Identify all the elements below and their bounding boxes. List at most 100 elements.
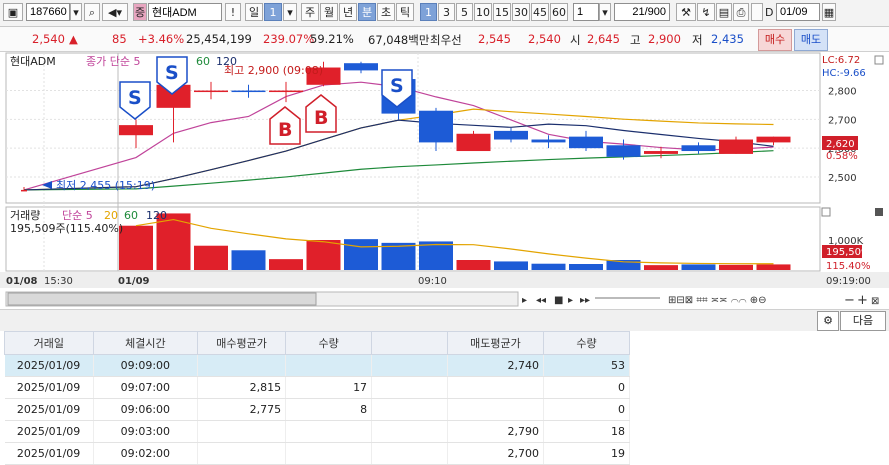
cell-buy-avg: 2,775 bbox=[197, 398, 287, 421]
low-label: 저 bbox=[692, 33, 703, 47]
change-percent: +3.46% bbox=[138, 32, 185, 46]
date-input[interactable] bbox=[776, 3, 820, 21]
minute-30-button[interactable]: 30 bbox=[512, 3, 530, 21]
best-bid-value: 2,540 bbox=[528, 32, 561, 46]
candle-body bbox=[194, 90, 228, 93]
fit-icon[interactable]: ⊠ bbox=[871, 296, 879, 307]
signal-letter: S bbox=[165, 62, 179, 84]
buy-button[interactable]: 매수 bbox=[758, 29, 792, 51]
rewind-icon[interactable]: ◂◂ bbox=[536, 295, 546, 306]
cell-blank bbox=[371, 354, 448, 377]
price-panel-menu-icon[interactable] bbox=[874, 55, 884, 65]
minute-1-button[interactable]: 1 bbox=[420, 3, 437, 21]
cell-time: 09:07:00 bbox=[93, 376, 198, 399]
period-tick-button[interactable]: 틱 bbox=[396, 3, 414, 21]
stock-code-input[interactable] bbox=[26, 3, 70, 21]
current-price-tag-text: 2,620 bbox=[826, 139, 855, 150]
table-row[interactable]: 2025/01/09 09:06:00 2,775 8 0 bbox=[4, 398, 630, 421]
period-second-button[interactable]: 초 bbox=[377, 3, 395, 21]
price-volume-chart[interactable]: SSSBB 2,5002,6002,7002,800 현대ADM 종가 단순 5… bbox=[0, 52, 889, 320]
stock-tag-icon: 증 bbox=[133, 3, 147, 21]
period-dropdown-icon[interactable]: ▾ bbox=[283, 3, 297, 21]
period-minute-button[interactable]: 분 bbox=[358, 3, 376, 21]
minute-60-button[interactable]: 60 bbox=[550, 3, 568, 21]
volume-panel-close-icon[interactable] bbox=[821, 207, 831, 217]
calendar-icon[interactable]: ▦ bbox=[822, 3, 836, 21]
minute-10-button[interactable]: 10 bbox=[474, 3, 492, 21]
cell-time: 09:09:00 bbox=[93, 354, 198, 377]
save-icon[interactable]: ▤ bbox=[716, 3, 732, 21]
play-icon[interactable]: ▸ bbox=[568, 295, 573, 306]
table-row[interactable]: 2025/01/09 09:09:00 2,740 53 bbox=[4, 354, 630, 377]
minute-5-button[interactable]: 5 bbox=[456, 3, 473, 21]
minute-45-button[interactable]: 45 bbox=[531, 3, 549, 21]
table-row[interactable]: 2025/01/09 09:07:00 2,815 17 0 bbox=[4, 376, 630, 399]
col-blank-header bbox=[371, 331, 448, 355]
code-dropdown-icon[interactable]: ▾ bbox=[70, 3, 82, 21]
period-year-button[interactable]: 년 bbox=[339, 3, 357, 21]
window-menu-icon[interactable]: ▣ bbox=[3, 3, 23, 21]
minute-3-button[interactable]: 3 bbox=[438, 3, 455, 21]
col-date-header: 거래일 bbox=[4, 331, 94, 355]
price-panel-title: 현대ADM bbox=[10, 55, 56, 68]
axis-time1: 15:30 bbox=[44, 276, 73, 287]
volume-bar bbox=[119, 225, 153, 270]
open-label: 시 bbox=[570, 33, 581, 47]
table-row[interactable]: 2025/01/09 09:03:00 2,790 18 bbox=[4, 420, 630, 443]
period-count-button[interactable]: 1 bbox=[264, 3, 282, 21]
cell-time: 09:02:00 bbox=[93, 442, 198, 465]
cell-buy-qty: 8 bbox=[285, 398, 373, 421]
settings-gear-icon[interactable]: ⚙ bbox=[817, 311, 839, 331]
best-ask-value: 2,545 bbox=[478, 32, 511, 46]
volume-bar bbox=[419, 241, 453, 270]
col-sell-qty-header: 수량 bbox=[543, 331, 630, 355]
chart-config-icon[interactable]: ⚒ bbox=[676, 3, 696, 21]
cell-buy-qty: 17 bbox=[285, 376, 373, 399]
interval-dropdown-icon[interactable]: ▾ bbox=[599, 3, 611, 21]
signal-letter: S bbox=[128, 87, 142, 109]
y-tick-label: 2,500 bbox=[828, 173, 857, 184]
forward-icon[interactable]: ▸▸ bbox=[580, 295, 590, 306]
current-price: 2,540 bbox=[32, 32, 65, 46]
drawing-tools-icon[interactable]: ⊞⊟⊠ ⌗⌗ ≍≍ ⌒⌒ ⊕⊖ bbox=[668, 295, 766, 306]
cell-buy-avg: 2,815 bbox=[197, 376, 287, 399]
quote-bar: 2,540 ▲ 85 +3.46% 25,454,199 239.07% 59.… bbox=[0, 27, 889, 52]
zoom-in-icon[interactable]: + bbox=[857, 293, 868, 308]
sell-button[interactable]: 매도 bbox=[794, 29, 828, 51]
next-button[interactable]: 다음 bbox=[840, 311, 886, 331]
interval-input[interactable] bbox=[573, 3, 599, 21]
alert-icon[interactable]: ! bbox=[225, 3, 241, 21]
count-input[interactable] bbox=[614, 3, 670, 21]
date-checkbox[interactable] bbox=[751, 3, 763, 21]
volume-panel-menu-icon[interactable] bbox=[875, 208, 883, 216]
print-icon[interactable]: ⎙ bbox=[733, 3, 749, 21]
period-day-button[interactable]: 일 bbox=[245, 3, 263, 21]
scroll-right-icon[interactable]: ▸ bbox=[522, 295, 527, 306]
axis-date1: 01/08 bbox=[6, 276, 38, 287]
minute-15-button[interactable]: 15 bbox=[493, 3, 511, 21]
grid-toolbar: ⚙ 다음 bbox=[0, 309, 889, 331]
cell-buy-qty bbox=[285, 354, 373, 377]
volume-bar bbox=[456, 260, 491, 270]
period-month-button[interactable]: 월 bbox=[320, 3, 338, 21]
period-week-button[interactable]: 주 bbox=[301, 3, 319, 21]
stop-icon[interactable]: ■ bbox=[554, 295, 563, 306]
indicator-icon[interactable]: ↯ bbox=[697, 3, 715, 21]
stock-name-field[interactable] bbox=[148, 3, 222, 21]
trades-header-row: 거래일 체결시간 매수평균가 수량 매도평균가 수량 bbox=[4, 331, 630, 355]
volume-bar bbox=[681, 264, 716, 270]
volume-bar bbox=[194, 245, 228, 270]
zoom-out-icon[interactable]: − bbox=[844, 293, 855, 308]
candle-body bbox=[681, 145, 716, 152]
y-tick-label: 2,700 bbox=[828, 115, 857, 126]
search-icon[interactable]: ⌕ bbox=[84, 3, 100, 21]
speaker-icon[interactable]: ◀▾ bbox=[102, 3, 128, 21]
cell-buy-qty bbox=[285, 420, 373, 443]
table-row[interactable]: 2025/01/09 09:02:00 2,700 19 bbox=[4, 442, 630, 465]
turnover-ratio: 59.21% bbox=[310, 32, 354, 46]
trades-table: 거래일 체결시간 매수평균가 수량 매도평균가 수량 2025/01/09 09… bbox=[4, 331, 630, 465]
scrollbar-thumb[interactable] bbox=[7, 292, 317, 306]
high-annotation: 최고 2,900 (09:08) bbox=[224, 64, 323, 77]
volume-bar bbox=[569, 264, 603, 270]
volume-bar bbox=[231, 250, 266, 270]
